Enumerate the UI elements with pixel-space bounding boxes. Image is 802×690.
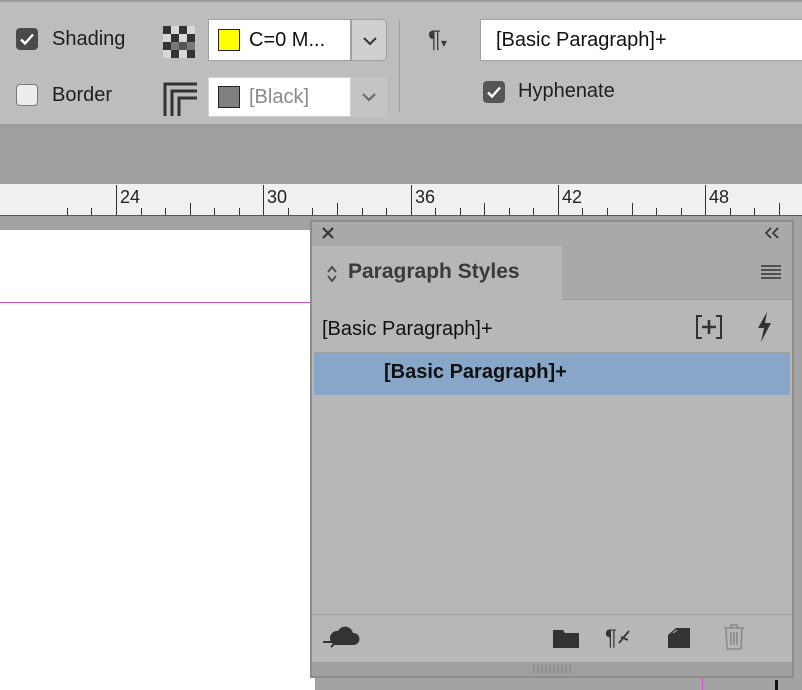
paragraph-style-field[interactable]: [Basic Paragraph]+ xyxy=(480,19,802,61)
ruler-tick xyxy=(239,208,240,215)
ruler-tick xyxy=(312,208,313,215)
hyphenate-label: Hyphenate xyxy=(518,80,615,102)
horizontal-ruler[interactable]: 24 30 36 42 48 xyxy=(0,184,802,216)
shading-label: Shading xyxy=(52,28,126,50)
border-swatch-value: [Black] xyxy=(249,86,310,108)
border-label: Border xyxy=(52,84,113,106)
ruler-tick xyxy=(337,203,338,215)
border-color-chip xyxy=(218,86,240,108)
style-list-item[interactable]: [Basic Paragraph]+ xyxy=(314,353,790,395)
margin-guide xyxy=(0,302,315,303)
ruler-tick xyxy=(67,208,68,215)
shading-swatch-dropdown[interactable] xyxy=(351,19,387,61)
ruler-tick xyxy=(632,203,633,215)
ruler-tick xyxy=(386,208,387,215)
panel-tab-row: Paragraph Styles xyxy=(312,246,792,300)
ruler-tick xyxy=(582,208,583,215)
folder-icon[interactable] xyxy=(552,627,580,654)
checkmark-icon xyxy=(20,33,34,46)
ruler-tick xyxy=(509,208,510,215)
tab-paragraph-styles[interactable]: Paragraph Styles xyxy=(312,246,562,300)
ruler-tick xyxy=(779,203,780,215)
chevron-down-icon xyxy=(362,93,376,102)
double-chevron-left-icon[interactable] xyxy=(764,226,780,245)
panel-footer: ¶ xyxy=(312,614,792,661)
ruler-tick xyxy=(558,185,559,215)
trash-icon[interactable] xyxy=(723,624,745,655)
border-swatch-field[interactable]: [Black] xyxy=(208,77,351,117)
ruler-tick xyxy=(91,208,92,215)
ruler-tick xyxy=(362,208,363,215)
ruler-tick xyxy=(730,208,731,215)
toolbar-divider xyxy=(399,20,400,112)
current-style-label: [Basic Paragraph]+ xyxy=(322,318,493,340)
cloud-library-icon[interactable] xyxy=(322,625,360,656)
control-bar: Shading C=0 M... Border [Black] ¶▾ [Basi… xyxy=(0,0,802,126)
ruler-tick xyxy=(288,208,289,215)
shading-checkbox[interactable] xyxy=(16,28,38,50)
style-list-item-label: [Basic Paragraph]+ xyxy=(384,361,567,383)
ruler-label: 42 xyxy=(562,187,583,207)
ruler-tick xyxy=(141,208,142,215)
tab-reorder-icon xyxy=(326,264,338,289)
ruler-label: 36 xyxy=(415,187,436,207)
shading-swatch-field[interactable]: C=0 M... xyxy=(208,19,351,61)
ruler-tick xyxy=(214,208,215,215)
ruler-label: 30 xyxy=(267,187,288,207)
ruler-tick xyxy=(607,208,608,215)
ruler-tick xyxy=(484,203,485,215)
document-page[interactable] xyxy=(0,230,315,690)
checkmark-icon xyxy=(487,86,501,99)
pilcrow-icon: ¶▾ xyxy=(428,26,447,53)
ruler-tick xyxy=(460,208,461,215)
ruler-tick xyxy=(533,208,534,215)
ruler-tick xyxy=(656,208,657,215)
paragraph-style-value: [Basic Paragraph]+ xyxy=(496,29,667,51)
ruler-tick xyxy=(754,208,755,215)
ruler-label: 48 xyxy=(709,187,730,207)
panel-title: Paragraph Styles xyxy=(348,260,520,283)
ruler-tick xyxy=(705,185,706,215)
ruler-tick xyxy=(190,203,191,215)
new-style-icon[interactable] xyxy=(695,314,723,345)
column-guide xyxy=(702,678,703,690)
border-checkbox[interactable] xyxy=(16,84,38,106)
clear-overrides-icon[interactable]: ¶ xyxy=(605,625,631,651)
shading-tint-icon xyxy=(163,26,195,63)
hyphenate-checkbox[interactable] xyxy=(483,81,505,103)
new-item-icon[interactable] xyxy=(667,627,691,654)
ruler-label: 24 xyxy=(120,187,141,207)
style-list: [Basic Paragraph]+ xyxy=(314,352,790,615)
ruler-tick xyxy=(411,185,412,215)
hamburger-menu-icon[interactable] xyxy=(760,264,782,285)
shading-color-chip xyxy=(218,29,240,51)
paragraph-styles-panel: Paragraph Styles [Basic Paragraph]+ [Bas… xyxy=(310,220,794,678)
ruler-tick xyxy=(681,208,682,215)
chevron-down-icon xyxy=(363,37,377,46)
ruler-tick xyxy=(263,185,264,215)
grip-icon xyxy=(533,665,571,673)
toolbar-spacer xyxy=(0,126,802,184)
lightning-icon[interactable] xyxy=(754,311,774,348)
ruler-tick xyxy=(116,185,117,215)
shading-swatch-value: C=0 M... xyxy=(249,29,326,51)
ruler-tick xyxy=(165,208,166,215)
ruler-tick xyxy=(435,208,436,215)
close-icon[interactable] xyxy=(320,224,336,247)
border-corner-icon xyxy=(163,82,197,121)
border-swatch-dropdown[interactable] xyxy=(351,77,387,117)
panel-resize-handle[interactable] xyxy=(312,662,792,676)
panel-titlebar[interactable] xyxy=(312,222,792,246)
page-edge xyxy=(775,680,778,690)
